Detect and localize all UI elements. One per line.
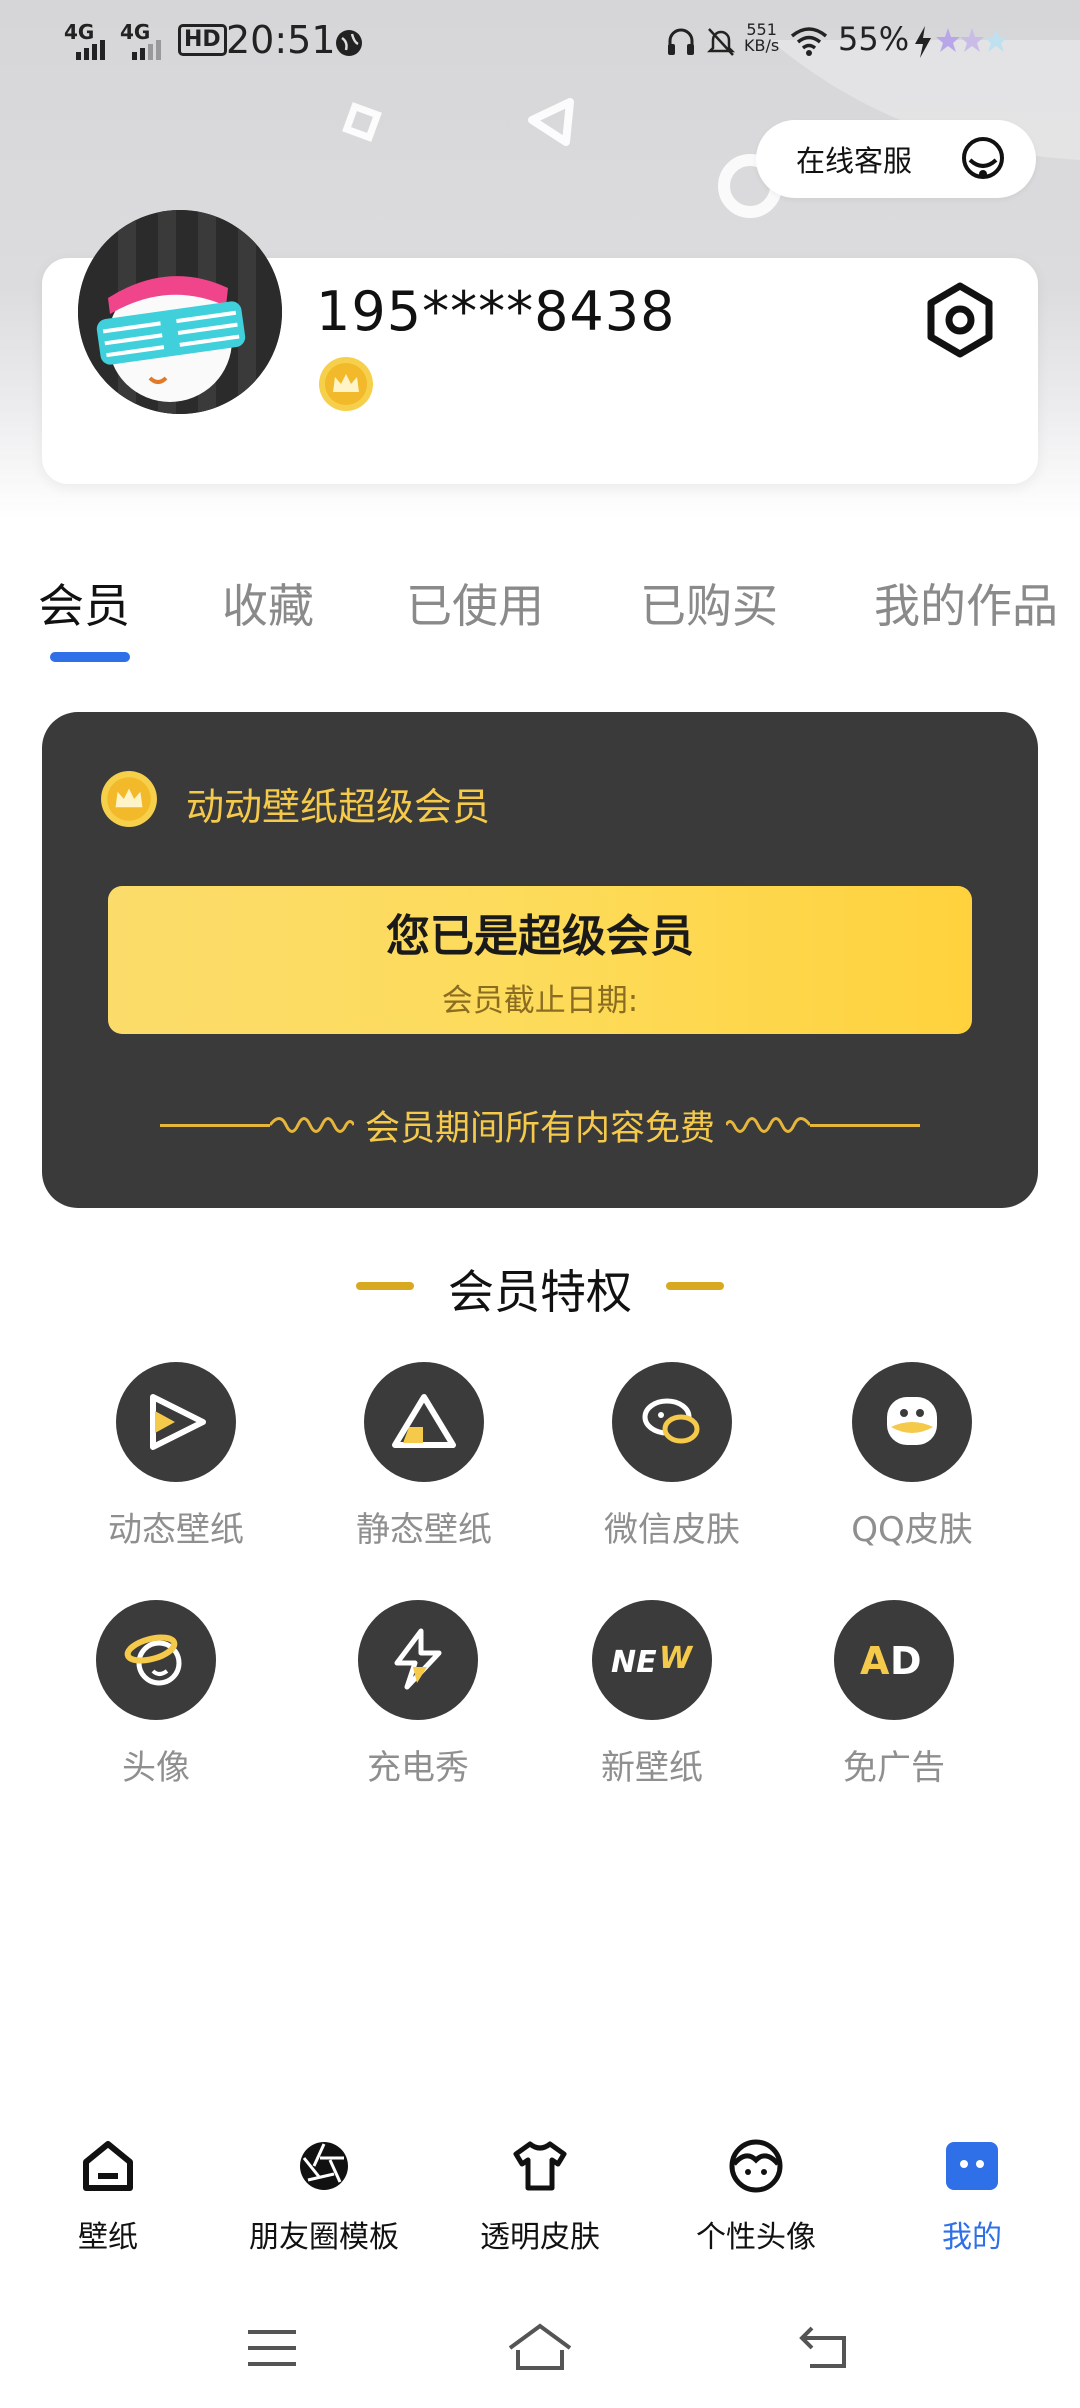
privilege-no-ads[interactable]: AD 免广告	[794, 1600, 994, 1789]
triangle-icon	[364, 1362, 484, 1482]
privilege-label: 新壁纸	[601, 1748, 703, 1788]
svg-text:A: A	[860, 1639, 890, 1683]
tab-member[interactable]: 会员	[38, 570, 130, 636]
privilege-label: 微信皮肤	[604, 1510, 740, 1550]
divider-line-right	[810, 1124, 920, 1127]
globe-icon	[336, 30, 362, 56]
aperture-icon	[300, 2142, 348, 2190]
vip-card-crown-icon	[101, 771, 157, 827]
privilege-label: 免广告	[843, 1748, 945, 1788]
privilege-static-wallpaper[interactable]: 静态壁纸	[324, 1362, 524, 1551]
play-icon	[116, 1362, 236, 1482]
new-badge-icon: NE W	[592, 1600, 712, 1720]
nav-mine[interactable]: 我的	[864, 2136, 1080, 2256]
nav-custom-avatar[interactable]: 个性头像	[648, 2136, 864, 2256]
online-service-button[interactable]: 在线客服	[756, 120, 1036, 198]
privilege-wechat-skin[interactable]: 微信皮肤	[572, 1362, 772, 1551]
menu-icon[interactable]	[244, 2324, 300, 2374]
nav-label: 个性头像	[696, 2220, 816, 2255]
service-label: 在线客服	[796, 144, 913, 178]
avatar-image	[78, 210, 282, 414]
profile-icon	[946, 2142, 998, 2190]
profile-tabs: 会员 收藏 已使用 已购买 我的作品	[0, 570, 1080, 660]
status-bar: 4G 4G HD 20:51 551 KB/s 55%	[0, 0, 1080, 80]
tab-favorites[interactable]: 收藏	[222, 570, 314, 636]
avatar[interactable]	[78, 210, 282, 414]
qq-penguin-icon	[852, 1362, 972, 1482]
signal-icon-2	[132, 40, 161, 60]
privilege-label: QQ皮肤	[851, 1510, 973, 1550]
privilege-avatar[interactable]: 头像	[56, 1600, 256, 1789]
settings-icon[interactable]	[922, 282, 998, 358]
nav-transparent-skin[interactable]: 透明皮肤	[432, 2136, 648, 2256]
face-icon	[729, 2139, 783, 2193]
stars-icon	[936, 28, 1008, 52]
speed-unit: KB/s	[744, 36, 780, 55]
system-home-icon[interactable]	[504, 2320, 576, 2376]
user-phone: 195****8438	[316, 280, 676, 343]
mute-bell-icon	[706, 28, 736, 56]
charging-bolt-icon	[915, 26, 931, 58]
tab-purchased[interactable]: 已购买	[640, 570, 778, 636]
privilege-label: 头像	[122, 1748, 190, 1788]
planet-face-icon	[96, 1600, 216, 1720]
privilege-new-wallpaper[interactable]: NE W 新壁纸	[552, 1600, 752, 1789]
clock: 20:51	[226, 18, 336, 62]
nav-moments-template[interactable]: 朋友圈模板	[216, 2136, 432, 2256]
nav-label: 我的	[942, 2220, 1002, 2255]
battery-level: 55%	[838, 20, 910, 58]
tab-my-works[interactable]: 我的作品	[874, 570, 1058, 636]
network-speed: 551 KB/s	[744, 22, 779, 54]
system-navigation-bar	[0, 2290, 1080, 2408]
bottom-navigation: 壁纸 朋友圈模板 透明皮肤 个性头像 我的	[0, 2120, 1080, 2260]
ad-icon: AD	[834, 1600, 954, 1720]
tab-used[interactable]: 已使用	[406, 570, 544, 636]
tshirt-icon	[513, 2141, 567, 2191]
title-bar-right	[666, 1282, 724, 1290]
triangle-decoration	[528, 98, 574, 146]
wifi-icon	[790, 27, 828, 56]
vip-expire-label: 会员截止日期:	[441, 983, 639, 1019]
svg-text:NE: NE	[611, 1645, 657, 1680]
privilege-label: 动态壁纸	[108, 1510, 244, 1550]
privilege-charging-show[interactable]: 充电秀	[318, 1600, 518, 1789]
lightning-icon	[358, 1600, 478, 1720]
nav-wallpaper[interactable]: 壁纸	[0, 2136, 216, 2256]
vip-crown-icon	[319, 357, 373, 411]
nav-label: 朋友圈模板	[249, 2220, 399, 2255]
privilege-qq-skin[interactable]: QQ皮肤	[812, 1362, 1012, 1551]
ornament-right-icon	[726, 1117, 810, 1133]
svg-text:W: W	[659, 1641, 694, 1676]
vip-status-text: 您已是超级会员	[386, 911, 694, 962]
privileges-title: 会员特权	[448, 1265, 632, 1319]
privilege-label: 充电秀	[367, 1748, 469, 1788]
back-icon[interactable]	[796, 2320, 852, 2376]
hd-badge: HD	[178, 24, 227, 56]
signal-icon	[76, 40, 105, 60]
wechat-icon	[612, 1362, 732, 1482]
svg-text:D: D	[890, 1639, 922, 1683]
nav-label: 壁纸	[78, 2220, 138, 2255]
diamond-decoration	[342, 102, 382, 142]
nav-label: 透明皮肤	[480, 2220, 600, 2255]
privilege-label: 静态壁纸	[356, 1510, 492, 1550]
privilege-live-wallpaper[interactable]: 动态壁纸	[76, 1362, 276, 1551]
customer-service-icon	[962, 137, 1004, 179]
headphones-icon	[668, 28, 694, 55]
vip-title: 动动壁纸超级会员	[186, 785, 491, 829]
active-tab-indicator	[50, 652, 130, 662]
home-icon	[83, 2141, 133, 2191]
